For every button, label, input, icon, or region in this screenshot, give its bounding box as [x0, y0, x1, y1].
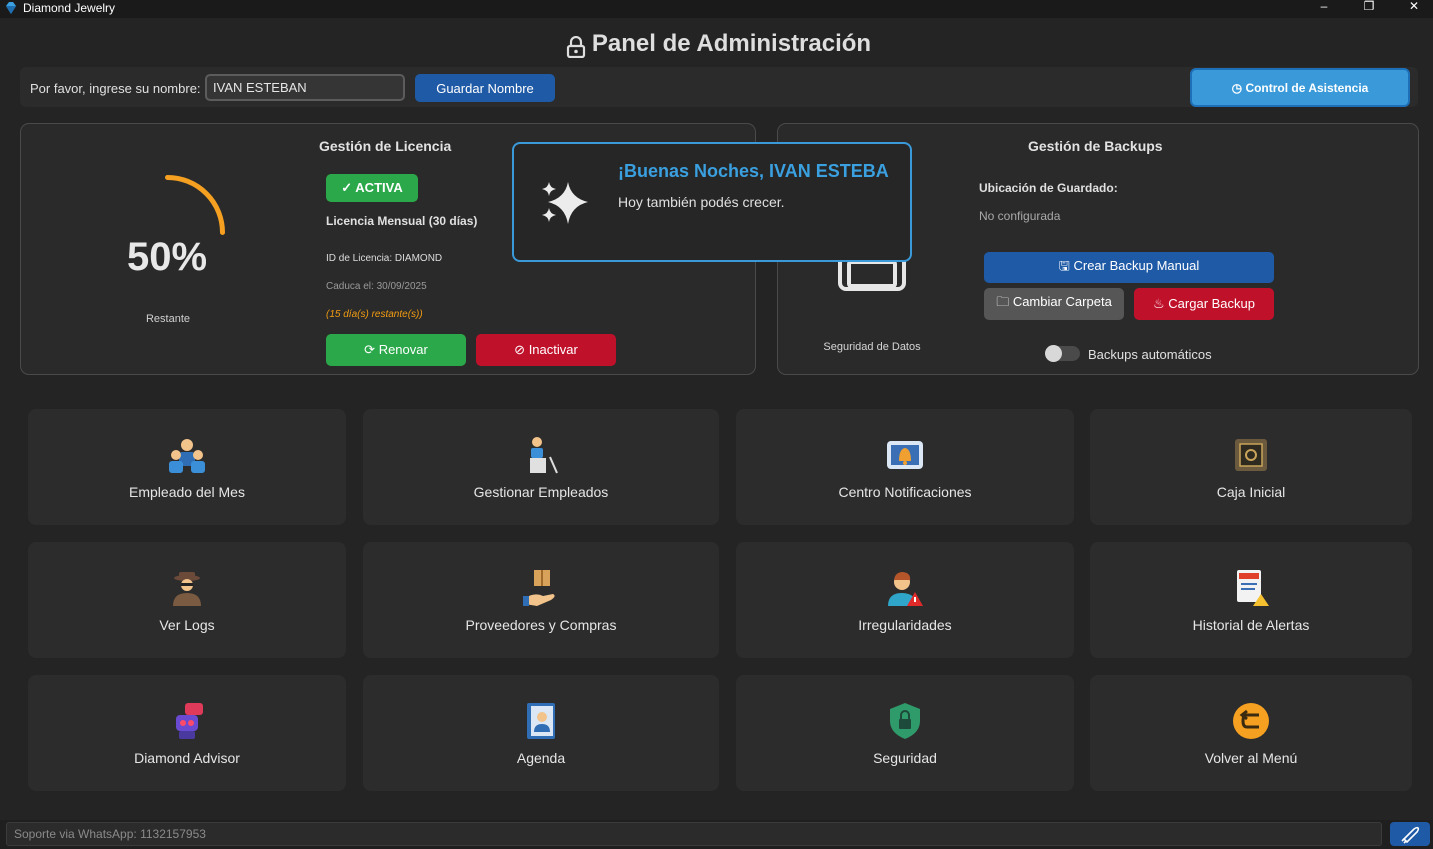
- location-value: No configurada: [979, 209, 1061, 223]
- renew-icon: ⟳: [364, 342, 379, 357]
- security-caption: Seguridad de Datos: [823, 341, 921, 353]
- rocket-icon: [1401, 826, 1420, 844]
- package-hand-icon: [523, 570, 555, 606]
- detective-icon: [173, 572, 201, 606]
- tile-label: Caja Inicial: [1216, 484, 1286, 500]
- deactivate-button[interactable]: ⊘ Inactivar: [476, 334, 616, 366]
- deactivate-label: Inactivar: [528, 342, 578, 357]
- safe-box-icon: [1235, 439, 1267, 471]
- license-title: Gestión de Licencia: [319, 138, 452, 154]
- window-title: Diamond Jewelry: [23, 1, 116, 15]
- employees-group-icon: [169, 439, 205, 473]
- fire-icon: ♨: [1153, 296, 1169, 311]
- shield-lock-icon: [890, 703, 920, 739]
- tile-caja-inicial[interactable]: Caja Inicial: [1090, 409, 1412, 525]
- toggle-knob[interactable]: [1045, 345, 1062, 362]
- auto-backup-label: Backups automáticos: [1088, 347, 1212, 362]
- maximize-button[interactable]: ❐: [1347, 0, 1391, 16]
- tile-irregularidades[interactable]: Irregularidades: [736, 542, 1074, 658]
- minimize-button[interactable]: –: [1302, 0, 1346, 16]
- close-button[interactable]: ✕: [1392, 0, 1433, 16]
- license-days-left: (15 día(s) restante(s)): [326, 309, 423, 320]
- location-label: Ubicación de Guardado:: [979, 181, 1118, 195]
- load-backup-button[interactable]: ♨ Cargar Backup: [1134, 288, 1274, 320]
- tile-label: Empleado del Mes: [129, 484, 245, 500]
- ban-icon: ⊘: [514, 342, 529, 357]
- license-type: Licencia Mensual (30 días): [326, 214, 478, 228]
- support-field[interactable]: Soporte via WhatsApp: 1132157953: [6, 822, 1382, 846]
- tile-seguridad[interactable]: Seguridad: [736, 675, 1074, 791]
- tile-agenda[interactable]: Agenda: [363, 675, 719, 791]
- clock-icon: ◷: [1231, 80, 1246, 95]
- renew-label: Renovar: [378, 342, 428, 357]
- attendance-label: Control de Asistencia: [1245, 80, 1369, 95]
- create-backup-label: Crear Backup Manual: [1073, 257, 1200, 273]
- tile-label: Irregularidades: [858, 617, 952, 633]
- toast-title: ¡Buenas Noches, IVAN ESTEBA: [618, 161, 889, 181]
- notification-bell-icon: [887, 441, 923, 469]
- robot-chat-icon: [176, 703, 203, 739]
- person-warning-icon: [888, 572, 923, 606]
- tile-volver-al-menu[interactable]: Volver al Menú: [1090, 675, 1412, 791]
- tile-label: Historial de Alertas: [1192, 617, 1310, 633]
- folder-icon: 🗀: [996, 294, 1013, 309]
- tile-proveedores-y-compras[interactable]: Proveedores y Compras: [363, 542, 719, 658]
- backups-title: Gestión de Backups: [1028, 138, 1163, 154]
- tile-label: Seguridad: [873, 750, 937, 766]
- tile-ver-logs[interactable]: Ver Logs: [28, 542, 346, 658]
- name-label: Por favor, ingrese su nombre:: [30, 81, 201, 96]
- page-title: Panel de Administración: [591, 30, 872, 57]
- audit-document-icon: [1237, 570, 1269, 606]
- tile-diamond-advisor[interactable]: Diamond Advisor: [28, 675, 346, 791]
- tile-centro-notificaciones[interactable]: Centro Notificaciones: [736, 409, 1074, 525]
- tile-historial-de-alertas[interactable]: Historial de Alertas: [1090, 542, 1412, 658]
- license-percent: 50%: [126, 235, 208, 279]
- tile-label: Centro Notificaciones: [838, 484, 972, 500]
- remaining-label: Restante: [145, 313, 191, 325]
- change-folder-button[interactable]: 🗀 Cambiar Carpeta: [984, 288, 1124, 320]
- license-id: ID de Licencia: DIAMOND: [326, 253, 443, 264]
- license-expiry: Caduca el: 30/09/2025: [326, 281, 427, 292]
- license-status-badge: ✓ ACTIVA: [326, 174, 418, 202]
- tile-label: Diamond Advisor: [134, 750, 240, 766]
- create-backup-button[interactable]: 🖫 Crear Backup Manual: [984, 252, 1274, 283]
- renew-button[interactable]: ⟳ Renovar: [326, 334, 466, 366]
- tile-label: Gestionar Empleados: [473, 484, 609, 500]
- tile-label: Volver al Menú: [1204, 750, 1298, 766]
- diamond-app-icon: [6, 2, 16, 14]
- save-name-button[interactable]: Guardar Nombre: [415, 74, 555, 102]
- title-bar: [0, 0, 1433, 18]
- return-arrow-icon: [1233, 703, 1269, 739]
- sparkles-icon: [542, 182, 588, 224]
- tile-label: Agenda: [516, 750, 566, 766]
- attendance-button[interactable]: ◷ Control de Asistencia: [1190, 68, 1410, 107]
- save-icon: 🖫: [1058, 257, 1074, 273]
- tile-empleado-del-mes[interactable]: Empleado del Mes: [28, 409, 346, 525]
- rocket-button[interactable]: [1390, 822, 1430, 846]
- tile-label: Ver Logs: [159, 617, 215, 633]
- change-folder-label: Cambiar Carpeta: [1012, 294, 1112, 309]
- manage-employee-icon: [530, 437, 558, 474]
- tile-label: Proveedores y Compras: [465, 617, 617, 633]
- name-input[interactable]: [205, 74, 405, 101]
- load-backup-label: Cargar Backup: [1168, 296, 1255, 311]
- tile-gestionar-empleados[interactable]: Gestionar Empleados: [363, 409, 719, 525]
- toast-message: Hoy también podés crecer.: [618, 194, 785, 210]
- contact-book-icon: [527, 703, 555, 739]
